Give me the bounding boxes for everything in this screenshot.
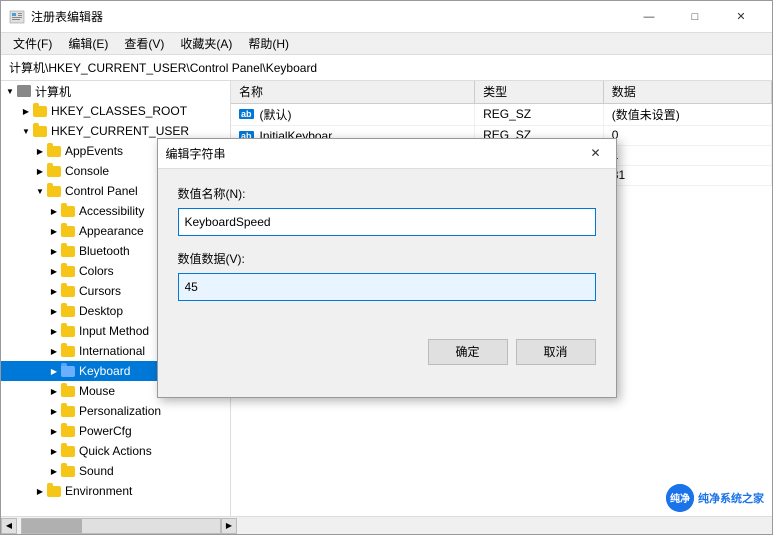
name-input[interactable] bbox=[178, 208, 596, 236]
dialog-footer: 确定 取消 bbox=[158, 331, 616, 381]
dialog-overlay: 编辑字符串 ✕ 数值名称(N): 数值数据(V): 确定 取消 bbox=[1, 1, 772, 534]
name-label: 数值名称(N): bbox=[178, 185, 596, 202]
main-window: 注册表编辑器 — □ ✕ 文件(F) 编辑(E) 查看(V) 收藏夹(A) 帮助… bbox=[0, 0, 773, 535]
dialog-close-button[interactable]: ✕ bbox=[584, 141, 608, 165]
confirm-button[interactable]: 确定 bbox=[428, 339, 508, 365]
dialog-title: 编辑字符串 bbox=[166, 145, 226, 162]
edit-string-dialog: 编辑字符串 ✕ 数值名称(N): 数值数据(V): 确定 取消 bbox=[157, 138, 617, 398]
dialog-title-bar: 编辑字符串 ✕ bbox=[158, 139, 616, 169]
dialog-content: 数值名称(N): 数值数据(V): bbox=[158, 169, 616, 331]
cancel-button[interactable]: 取消 bbox=[516, 339, 596, 365]
data-input[interactable] bbox=[178, 273, 596, 301]
data-label: 数值数据(V): bbox=[178, 250, 596, 267]
